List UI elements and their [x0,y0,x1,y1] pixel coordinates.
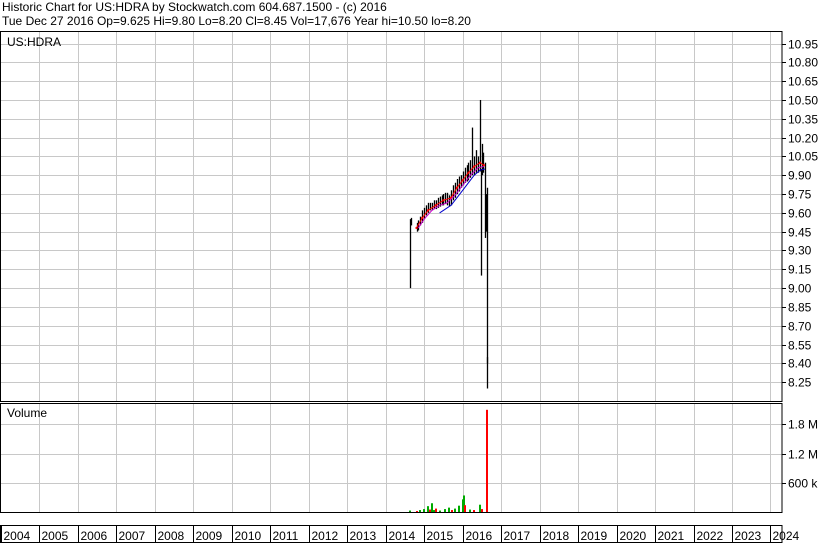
x-tick-label: 2022 [697,529,724,543]
volume-bar [451,510,453,512]
price-tick-label: 8.55 [788,339,812,353]
ma-point [427,209,430,212]
price-volume-chart: 10.95 10.80 10.65 10.50 10.35 10.20 10.05 9.90 9… [0,31,818,543]
x-tick-label: 2009 [196,529,223,543]
price-tick-label: 9.45 [788,226,812,240]
volume-panel-title: Volume [7,406,47,420]
volume-bar [429,509,431,512]
volume-tick-label: 600 k [788,477,818,491]
volume-bar [416,511,418,512]
volume-bar [439,510,441,512]
x-tick-label: 2020 [620,529,647,543]
volume-bars [409,409,488,512]
panel-frames [0,31,783,543]
volume-bar [419,510,421,512]
x-tick-label: 2006 [81,529,108,543]
volume-tick-label: 1.8 M [788,418,818,432]
x-tick-label: 2013 [350,529,377,543]
x-tick-label: 2015 [427,529,454,543]
volume-bar [431,503,433,512]
ma-point [482,164,485,167]
x-tick-label: 2007 [119,529,146,543]
ma-point [415,226,418,229]
price-tick-label: 9.75 [788,188,812,202]
price-tick-label: 9.15 [788,263,812,277]
x-tick-label: 2014 [389,529,416,543]
x-tick-label: 2011 [273,529,299,543]
ma-point [467,171,470,174]
x-tick-label: 2024 [773,529,800,543]
volume-bar [458,505,460,512]
ma-point [478,161,481,164]
price-panel-title: US:HDRA [7,35,61,49]
price-tick-label: 10.65 [788,75,818,89]
price-tick-label: 9.30 [788,244,812,258]
ma-point [434,204,437,207]
x-tick-label: 2005 [42,529,69,543]
volume-panel-frame [0,403,783,513]
price-tick-label: 10.35 [788,113,818,127]
volume-bar [464,505,466,512]
x-tick-label: 2019 [581,529,608,543]
price-tick-label: 10.95 [788,38,818,52]
volume-bar [479,504,481,512]
x-tick-label: 2004 [4,529,31,543]
x-tick-label: 2023 [735,529,762,543]
volume-bar [469,509,471,512]
price-tick-label: 9.90 [788,169,812,183]
x-tick-label: 2018 [543,529,570,543]
volume-bar [448,507,450,512]
price-tick-label: 8.40 [788,357,812,371]
price-tick-label: 9.60 [788,207,812,221]
volume-bar [444,509,446,512]
x-tick-label: 2016 [466,529,493,543]
volume-bar [427,506,429,512]
volume-bar [409,510,411,512]
ma-point [473,165,476,168]
price-tick-label: 9.00 [788,282,812,296]
x-tick-label: 2008 [158,529,185,543]
moving-average-lines [415,161,486,229]
volume-bar [435,508,437,512]
x-tick-label: 2012 [312,529,339,543]
price-tick-label: 10.20 [788,132,818,146]
price-tick-label: 8.25 [788,376,812,390]
x-tick-label: 2017 [504,529,531,543]
price-tick-label: 10.50 [788,94,818,108]
x-tick-label: 2010 [235,529,262,543]
volume-bar [486,409,488,512]
ma-point [455,186,458,189]
volume-bar [454,508,456,512]
ma-point [421,216,424,219]
price-tick-label: 8.70 [788,320,812,334]
x-tick-label: 2021 [658,529,685,543]
volume-bar [423,509,425,512]
volume-bar [481,509,483,512]
price-tick-label: 8.85 [788,301,812,315]
volume-tick-label: 1.2 M [788,448,818,462]
volume-grid [1,403,786,512]
volume-bar [486,511,488,512]
price-tick-label: 10.05 [788,150,818,164]
ma-point [442,199,445,202]
price-tick-label: 10.80 [788,56,818,70]
price-grid [1,31,786,401]
volume-bar [473,510,475,512]
ma-point [461,179,464,182]
volume-bar [433,510,435,512]
